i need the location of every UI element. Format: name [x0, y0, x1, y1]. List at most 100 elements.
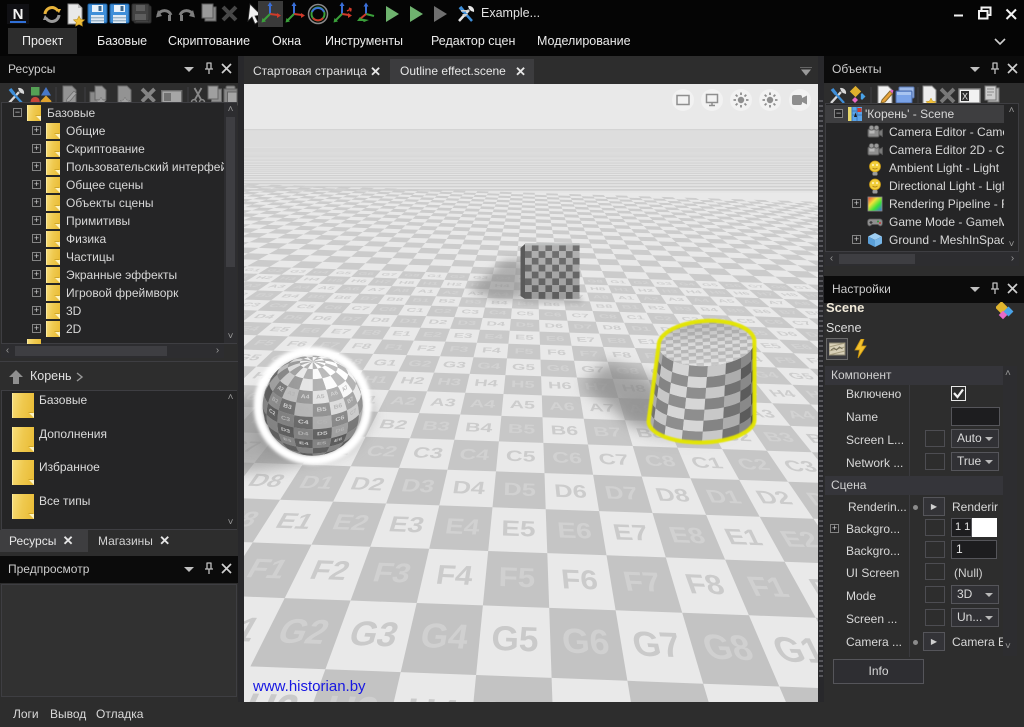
- svg-text:C2: C2: [652, 315, 673, 322]
- svg-text:C7: C7: [597, 451, 631, 469]
- svg-text:D6: D6: [553, 480, 588, 502]
- svg-text:H8: H8: [589, 286, 606, 291]
- svg-text:B7: B7: [592, 424, 623, 439]
- svg-text:G5: G5: [700, 282, 720, 287]
- svg-text:G8: G8: [587, 279, 604, 284]
- svg-text:G6: G6: [560, 622, 611, 662]
- svg-text:F5: F5: [514, 347, 533, 356]
- svg-text:C6: C6: [551, 449, 583, 467]
- svg-text:A5: A5: [509, 399, 535, 411]
- svg-text:E1: E1: [636, 337, 659, 345]
- svg-text:G2: G2: [632, 280, 650, 285]
- svg-text:H5: H5: [511, 379, 535, 390]
- svg-text:G2: G2: [449, 274, 466, 279]
- svg-text:F4: F4: [434, 560, 476, 592]
- svg-text:E3: E3: [453, 331, 475, 339]
- svg-text:D5: D5: [503, 479, 536, 501]
- svg-text:A2: A2: [641, 296, 660, 302]
- svg-text:H1: H1: [422, 281, 440, 286]
- svg-text:C8: C8: [598, 313, 618, 320]
- svg-text:D4: D4: [486, 321, 507, 328]
- svg-text:A6: A6: [549, 400, 576, 413]
- svg-text:F5: F5: [498, 562, 535, 594]
- svg-text:B4: B4: [490, 300, 508, 306]
- svg-text:C8: C8: [642, 453, 678, 471]
- svg-text:A1: A1: [416, 289, 435, 294]
- svg-text:D7: D7: [573, 324, 593, 331]
- svg-text:C3: C3: [460, 309, 479, 315]
- svg-text:D6: D6: [544, 323, 563, 330]
- svg-text:H7: H7: [373, 279, 392, 284]
- svg-text:E7: E7: [576, 335, 597, 343]
- svg-text:C5: C5: [516, 311, 534, 317]
- svg-text:F7: F7: [579, 349, 600, 358]
- svg-text:G7: G7: [380, 272, 399, 277]
- svg-text:C4: C4: [458, 446, 491, 464]
- svg-text:B6: B6: [550, 423, 579, 438]
- svg-text:E7: E7: [611, 520, 651, 545]
- svg-text:C4: C4: [488, 310, 507, 316]
- svg-text:D3: D3: [399, 475, 437, 496]
- svg-text:B2: B2: [647, 305, 668, 311]
- svg-text:H3: H3: [660, 289, 679, 294]
- svg-text:D2: D2: [427, 319, 448, 326]
- svg-text:C6: C6: [544, 312, 562, 318]
- svg-text:D1: D1: [630, 326, 652, 333]
- svg-text:F3: F3: [448, 345, 469, 354]
- svg-text:G1: G1: [426, 274, 444, 279]
- svg-text:B3: B3: [673, 306, 694, 312]
- svg-text:X: X: [962, 92, 968, 102]
- svg-text:D7: D7: [603, 482, 640, 503]
- svg-text:D3: D3: [457, 320, 477, 327]
- svg-text:A4: A4: [469, 397, 496, 410]
- svg-text:G8: G8: [403, 273, 421, 278]
- svg-text:H2: H2: [446, 282, 463, 287]
- svg-text:B7: B7: [569, 303, 588, 309]
- svg-text:E2: E2: [422, 330, 444, 338]
- svg-text:B2: B2: [437, 298, 457, 304]
- svg-text:H6: H6: [548, 381, 573, 392]
- svg-text:H2: H2: [637, 288, 655, 293]
- svg-text:G4: G4: [418, 617, 472, 657]
- svg-text:C8: C8: [377, 306, 399, 312]
- svg-text:F8: F8: [611, 350, 633, 359]
- svg-text:B5: B5: [508, 421, 536, 436]
- svg-text:G7: G7: [628, 624, 684, 665]
- svg-text:A3: A3: [429, 396, 458, 409]
- svg-text:E4: E4: [443, 514, 481, 539]
- svg-text:H8: H8: [721, 701, 792, 702]
- svg-text:D5: D5: [515, 322, 534, 329]
- svg-text:D1: D1: [398, 318, 420, 325]
- svg-text:A1: A1: [617, 295, 636, 301]
- svg-text:N: N: [13, 6, 24, 23]
- svg-text:F7: F7: [620, 566, 664, 598]
- svg-text:H5: H5: [486, 693, 539, 702]
- svg-text:E8: E8: [606, 336, 628, 344]
- svg-text:D8: D8: [652, 484, 692, 506]
- svg-text:G3: G3: [655, 281, 674, 286]
- svg-text:C1: C1: [405, 307, 426, 313]
- svg-text:E3: E3: [386, 512, 427, 537]
- svg-text:A2: A2: [388, 395, 418, 408]
- svg-text:E5: E5: [515, 334, 535, 342]
- svg-text:H1: H1: [613, 287, 631, 292]
- svg-text:H3: H3: [436, 377, 463, 388]
- svg-text:G6: G6: [546, 363, 571, 373]
- svg-text:B1: B1: [621, 304, 641, 310]
- svg-text:G5: G5: [491, 619, 539, 659]
- svg-text:A2: A2: [442, 290, 460, 296]
- svg-text:G5: G5: [512, 362, 536, 372]
- svg-text:F6: F6: [547, 348, 567, 357]
- svg-text:D8: D8: [602, 325, 623, 332]
- svg-text:G3: G3: [442, 360, 468, 370]
- svg-text:C3: C3: [411, 444, 446, 462]
- svg-text:B2: B2: [377, 417, 410, 432]
- svg-text:B3: B3: [420, 418, 452, 433]
- svg-text:B8: B8: [595, 304, 614, 310]
- svg-text:D8: D8: [369, 317, 392, 324]
- svg-text:E4: E4: [484, 332, 505, 340]
- svg-text:C7: C7: [571, 312, 590, 319]
- svg-text:F4: F4: [481, 346, 501, 355]
- svg-text:G1: G1: [609, 279, 627, 284]
- svg-text:H6: H6: [565, 695, 622, 702]
